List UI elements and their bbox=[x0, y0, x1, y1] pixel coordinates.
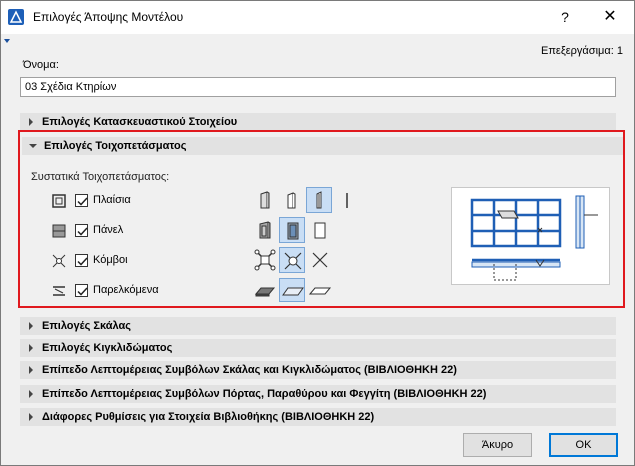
panels-label: Πάνελ bbox=[93, 224, 124, 236]
close-button[interactable]: ✕ bbox=[597, 6, 623, 28]
junctions-checkbox[interactable] bbox=[75, 254, 88, 267]
section-label: Επιλογές Τοιχοπετάσματος bbox=[44, 140, 187, 152]
section-stair-railing-detail[interactable]: Επίπεδο Λεπτομέρειας Συμβόλων Σκάλας και… bbox=[20, 361, 616, 379]
cancel-button[interactable]: Άκυρο bbox=[463, 433, 532, 457]
section-label: Επίπεδο Λεπτομέρειας Συμβόλων Σκάλας και… bbox=[42, 364, 457, 376]
section-label: Επιλογές Κιγκλιδώματος bbox=[42, 342, 173, 354]
curtain-wall-preview bbox=[451, 187, 610, 285]
model-view-options-dialog: Επιλογές Άποψης Μοντέλου ? ✕ Επεξεργάσιμ… bbox=[0, 0, 635, 466]
accessory-icon bbox=[51, 283, 67, 299]
expand-arrow-icon bbox=[29, 413, 33, 421]
help-button[interactable]: ? bbox=[553, 6, 577, 28]
accessory-option-shaded-icon[interactable] bbox=[279, 278, 305, 302]
expand-arrow-icon bbox=[29, 366, 33, 374]
section-stair-options[interactable]: Επιλογές Σκάλας bbox=[20, 317, 616, 335]
junction-icon bbox=[51, 253, 67, 269]
expand-arrow-icon bbox=[29, 322, 33, 330]
frames-checkbox[interactable] bbox=[75, 194, 88, 207]
name-input[interactable]: 03 Σχέδια Κτηρίων bbox=[20, 77, 616, 97]
section-label: Επιλογές Κατασκευαστικού Στοιχείου bbox=[42, 116, 238, 128]
window-title: Επιλογές Άποψης Μοντέλου bbox=[33, 10, 184, 24]
junction-option-simple-icon[interactable] bbox=[279, 247, 305, 273]
frame-option-simple-icon[interactable] bbox=[306, 187, 332, 213]
collapse-arrow-icon bbox=[29, 144, 37, 148]
junctions-label: Κόμβοι bbox=[93, 254, 128, 266]
section-label: Διάφορες Ρυθμίσεις για Στοιχεία Βιβλιοθή… bbox=[42, 411, 375, 423]
section-label: Επίπεδο Λεπτομέρειας Συμβόλων Πόρτας, Πα… bbox=[42, 388, 487, 400]
junction-option-full-icon[interactable] bbox=[253, 248, 277, 272]
junction-option-line-icon[interactable] bbox=[308, 248, 332, 272]
section-library-misc[interactable]: Διάφορες Ρυθμίσεις για Στοιχεία Βιβλιοθή… bbox=[20, 408, 616, 426]
expand-arrow-icon bbox=[29, 390, 33, 398]
archicad-app-icon bbox=[8, 9, 24, 25]
section-label: Επιλογές Σκάλας bbox=[42, 320, 131, 332]
components-label: Συστατικά Τοιχοπετάσματος: bbox=[31, 171, 170, 183]
section-construction-options[interactable]: Επιλογές Κατασκευαστικού Στοιχείου bbox=[20, 113, 616, 131]
accessory-option-full-icon[interactable] bbox=[253, 279, 277, 303]
accessories-checkbox[interactable] bbox=[75, 284, 88, 297]
ok-button[interactable]: OK bbox=[549, 433, 618, 457]
expand-arrow-icon bbox=[29, 118, 33, 126]
frame-icon bbox=[51, 193, 67, 209]
panel-option-shaded-icon[interactable] bbox=[279, 217, 305, 243]
accessories-label: Παρελκόμενα bbox=[93, 284, 159, 296]
panel-option-outline-icon[interactable] bbox=[308, 218, 332, 242]
panel-option-full-icon[interactable] bbox=[253, 218, 277, 242]
panels-checkbox[interactable] bbox=[75, 224, 88, 237]
frames-label: Πλαίσια bbox=[93, 194, 131, 206]
frame-option-line-icon[interactable] bbox=[335, 188, 359, 212]
accessory-option-outline-icon[interactable] bbox=[308, 279, 332, 303]
expand-arrow-icon bbox=[29, 344, 33, 352]
section-curtain-wall-options[interactable]: Επιλογές Τοιχοπετάσματος bbox=[22, 137, 623, 155]
section-railing-options[interactable]: Επιλογές Κιγκλιδώματος bbox=[20, 339, 616, 357]
name-label: Όνομα: bbox=[23, 59, 59, 71]
panel-icon bbox=[51, 223, 67, 239]
collapse-arrow-icon[interactable] bbox=[4, 39, 10, 43]
frame-option-full-icon[interactable] bbox=[253, 188, 277, 212]
title-bar: Επιλογές Άποψης Μοντέλου ? ✕ bbox=[1, 1, 634, 34]
edit-count-label: Επεξεργάσιμα: 1 bbox=[541, 45, 623, 57]
section-door-window-detail[interactable]: Επίπεδο Λεπτομέρειας Συμβόλων Πόρτας, Πα… bbox=[20, 385, 616, 403]
frame-option-outline-icon[interactable] bbox=[280, 188, 304, 212]
